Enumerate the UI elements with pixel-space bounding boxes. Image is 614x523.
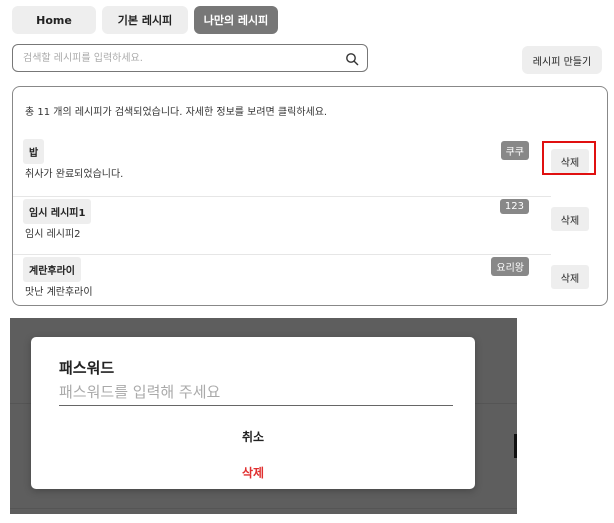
divider — [10, 508, 517, 509]
result-summary: 총 11 개의 레시피가 검색되었습니다. 자세한 정보를 보려면 클릭하세요. — [25, 107, 328, 118]
tab-my-recipes[interactable]: 나만의 레시피 — [194, 6, 278, 34]
search-input[interactable] — [21, 51, 345, 65]
modal-overlay: 패스워드 취소 삭제 — [10, 318, 517, 514]
recipe-desc: 임시 레시피2 — [25, 229, 81, 240]
make-recipe-button[interactable]: 레시피 만들기 — [522, 46, 602, 74]
recipe-title: 계란후라이 — [23, 257, 81, 282]
recipe-title: 임시 레시피1 — [23, 199, 92, 224]
search-bar — [12, 44, 368, 72]
list-item[interactable]: 밥 취사가 완료되었습니다. 쿠쿠 삭제 — [13, 139, 607, 197]
list-item[interactable]: 계란후라이 맛난 계란후라이 요리왕 삭제 — [13, 255, 607, 305]
search-icon[interactable] — [345, 51, 359, 66]
password-field[interactable] — [59, 379, 453, 406]
tab-basic-recipes[interactable]: 기본 레시피 — [102, 6, 188, 34]
author-badge: 요리왕 — [491, 257, 529, 276]
confirm-delete-button[interactable]: 삭제 — [31, 464, 475, 481]
delete-button[interactable]: 삭제 — [551, 207, 589, 231]
recipe-title: 밥 — [23, 139, 45, 164]
author-badge: 123 — [499, 199, 529, 214]
recipe-desc: 맛난 계란후라이 — [25, 287, 93, 298]
scroll-edge — [514, 434, 517, 458]
dialog-title: 패스워드 — [59, 359, 115, 377]
tab-home[interactable]: Home — [12, 6, 96, 34]
recipe-desc: 취사가 완료되었습니다. — [25, 169, 124, 180]
delete-button[interactable]: 삭제 — [551, 149, 589, 173]
recipe-list-panel: 총 11 개의 레시피가 검색되었습니다. 자세한 정보를 보려면 클릭하세요.… — [12, 86, 608, 306]
list-item[interactable]: 임시 레시피1 임시 레시피2 123 삭제 — [13, 197, 607, 255]
cancel-button[interactable]: 취소 — [31, 428, 475, 445]
author-badge: 쿠쿠 — [500, 141, 529, 160]
delete-button[interactable]: 삭제 — [551, 265, 589, 289]
nav-tabs: Home 기본 레시피 나만의 레시피 — [12, 6, 278, 34]
password-dialog: 패스워드 취소 삭제 — [31, 337, 475, 489]
